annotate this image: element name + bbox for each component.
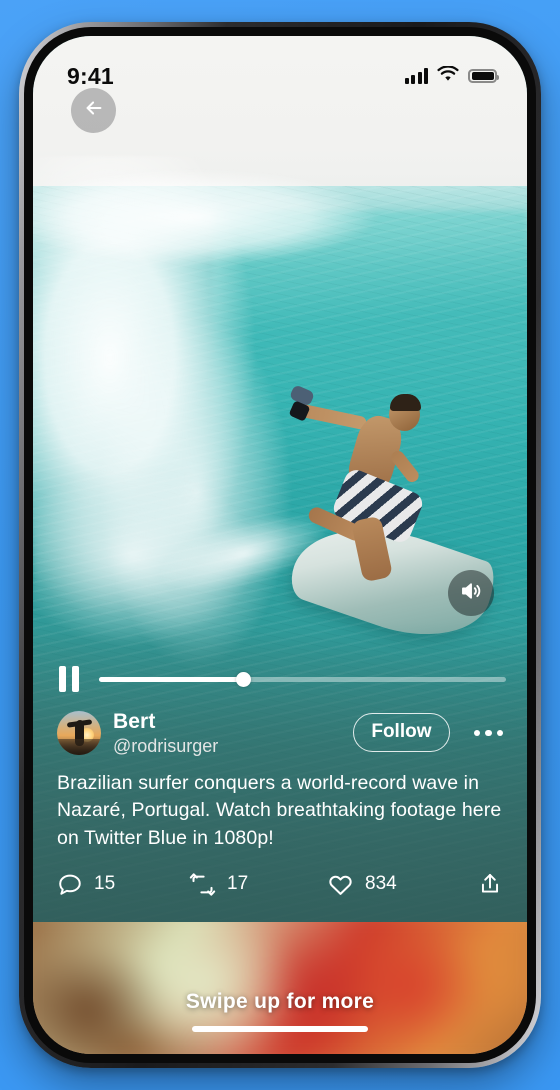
next-post-preview[interactable]: Swipe up for more: [33, 922, 527, 1054]
phone-bezel: 9:41 Bert @rodrisurger Follow Brazilian …: [24, 27, 536, 1063]
phone-screen: 9:41 Bert @rodrisurger Follow Brazilian …: [33, 36, 527, 1054]
like-icon: [327, 871, 354, 898]
tweet-overlay: Bert @rodrisurger Follow Brazilian surfe…: [33, 696, 527, 898]
like-action[interactable]: 834: [327, 871, 477, 898]
battery-full-icon: [468, 68, 499, 84]
sound-toggle-button[interactable]: [448, 570, 494, 616]
share-icon: [477, 871, 503, 897]
status-icons: [404, 64, 499, 87]
speaker-on-icon: [459, 579, 483, 608]
retweet-icon: [189, 871, 216, 898]
wave-lip-foam: [33, 164, 473, 284]
progress-fill: [99, 676, 244, 682]
follow-button[interactable]: Follow: [353, 713, 450, 753]
more-options-icon[interactable]: [462, 720, 506, 747]
tweet-caption: Brazilian surfer conquers a world-record…: [57, 771, 502, 850]
surfer-hair: [390, 394, 421, 411]
swipe-up-label[interactable]: Swipe up for more: [33, 990, 527, 1014]
surfer-figure: [288, 384, 471, 628]
back-arrow-icon: [83, 97, 105, 124]
reply-action[interactable]: 15: [57, 871, 189, 897]
home-indicator[interactable]: [192, 1026, 368, 1032]
display-name: Bert: [113, 710, 156, 733]
retweet-count: 17: [227, 873, 249, 895]
author-names: Bert @rodrisurger: [113, 710, 341, 756]
retweet-action[interactable]: 17: [189, 871, 327, 898]
engagement-actions: 15 17 834: [57, 871, 505, 898]
avatar[interactable]: [57, 710, 101, 755]
share-action[interactable]: [477, 871, 503, 897]
status-time: 9:41: [67, 62, 114, 89]
progress-track[interactable]: [99, 671, 506, 687]
signal-bars-icon: [404, 68, 428, 84]
status-bar: 9:41: [33, 36, 527, 98]
reply-icon: [57, 871, 83, 897]
author-row: Bert @rodrisurger Follow: [57, 710, 505, 756]
pause-icon: [59, 666, 66, 692]
user-handle: @rodrisurger: [113, 735, 219, 756]
phone-frame: 9:41 Bert @rodrisurger Follow Brazilian …: [19, 22, 541, 1068]
wifi-icon: [437, 64, 459, 87]
progress-thumb[interactable]: [235, 671, 251, 687]
next-post-image: [33, 922, 527, 1054]
reply-count: 15: [94, 873, 116, 895]
pause-button[interactable]: [57, 664, 81, 694]
like-count: 834: [365, 873, 397, 895]
